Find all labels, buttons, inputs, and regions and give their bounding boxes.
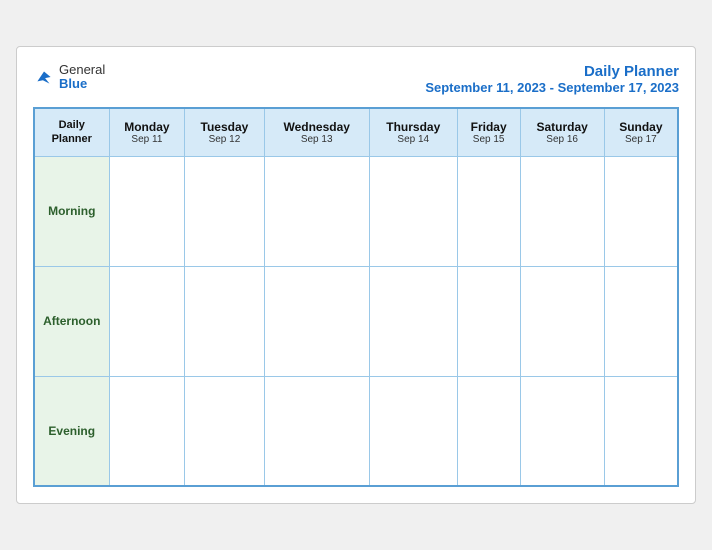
header-title: Daily Planner September 11, 2023 - Septe… [425, 63, 679, 95]
logo-text: General Blue [59, 63, 105, 92]
afternoon-sunday[interactable] [604, 266, 678, 376]
evening-label: Evening [34, 376, 109, 486]
generalblue-logo-icon [33, 66, 55, 88]
col-header-thursday: Thursday Sep 14 [369, 108, 457, 156]
morning-label: Morning [34, 156, 109, 266]
evening-monday[interactable] [109, 376, 185, 486]
evening-saturday[interactable] [520, 376, 604, 486]
col-header-tuesday: Tuesday Sep 12 [185, 108, 264, 156]
col-header-friday: Friday Sep 15 [457, 108, 520, 156]
afternoon-saturday[interactable] [520, 266, 604, 376]
morning-wednesday[interactable] [264, 156, 369, 266]
logo-blue: Blue [59, 77, 105, 91]
logo-general: General [59, 63, 105, 77]
afternoon-monday[interactable] [109, 266, 185, 376]
afternoon-label: Afternoon [34, 266, 109, 376]
morning-row: Morning [34, 156, 678, 266]
header: General Blue Daily Planner September 11,… [33, 63, 679, 95]
morning-friday[interactable] [457, 156, 520, 266]
col-header-saturday: Saturday Sep 16 [520, 108, 604, 156]
col-header-monday: Monday Sep 11 [109, 108, 185, 156]
evening-sunday[interactable] [604, 376, 678, 486]
afternoon-friday[interactable] [457, 266, 520, 376]
planner-dates: September 11, 2023 - September 17, 2023 [425, 80, 679, 95]
morning-saturday[interactable] [520, 156, 604, 266]
afternoon-row: Afternoon [34, 266, 678, 376]
evening-row: Evening [34, 376, 678, 486]
col-header-wednesday: Wednesday Sep 13 [264, 108, 369, 156]
planner-title: Daily Planner [425, 63, 679, 80]
evening-thursday[interactable] [369, 376, 457, 486]
afternoon-wednesday[interactable] [264, 266, 369, 376]
planner-container: General Blue Daily Planner September 11,… [16, 46, 696, 504]
header-row: DailyPlanner Monday Sep 11 Tuesday Sep 1… [34, 108, 678, 156]
evening-wednesday[interactable] [264, 376, 369, 486]
evening-tuesday[interactable] [185, 376, 264, 486]
col-header-daily-planner: DailyPlanner [34, 108, 109, 156]
morning-thursday[interactable] [369, 156, 457, 266]
afternoon-tuesday[interactable] [185, 266, 264, 376]
morning-sunday[interactable] [604, 156, 678, 266]
evening-friday[interactable] [457, 376, 520, 486]
calendar-table: DailyPlanner Monday Sep 11 Tuesday Sep 1… [33, 107, 679, 487]
morning-tuesday[interactable] [185, 156, 264, 266]
logo: General Blue [33, 63, 105, 92]
col-header-sunday: Sunday Sep 17 [604, 108, 678, 156]
afternoon-thursday[interactable] [369, 266, 457, 376]
morning-monday[interactable] [109, 156, 185, 266]
